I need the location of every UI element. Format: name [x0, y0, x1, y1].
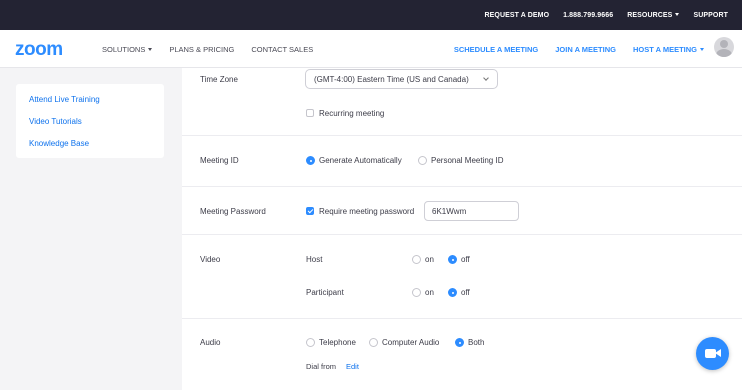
telephone-radio[interactable]: [306, 338, 315, 347]
utility-links: REQUEST A DEMO 1.888.799.9666 RESOURCES …: [484, 0, 728, 30]
avatar-body: [716, 49, 732, 57]
chevron-down-icon: [148, 48, 153, 52]
camera-lens-icon: [715, 349, 721, 357]
sidebar-item-knowledge-base[interactable]: Knowledge Base: [29, 139, 89, 148]
plans-pricing-link[interactable]: PLANS & PRICING: [169, 45, 234, 54]
solutions-label: SOLUTIONS: [102, 44, 146, 54]
support-link[interactable]: SUPPORT: [693, 12, 728, 19]
participant-video-off-label: off: [461, 288, 470, 297]
computer-audio-radio[interactable]: [369, 338, 378, 347]
meeting-password-label: Meeting Password: [200, 207, 266, 216]
meeting-id-label: Meeting ID: [200, 156, 239, 165]
sidebar-item-live-training[interactable]: Attend Live Training: [29, 95, 100, 104]
contact-sales-link[interactable]: CONTACT SALES: [251, 45, 313, 54]
schedule-meeting-link[interactable]: SCHEDULE A MEETING: [454, 45, 538, 54]
join-meeting-link[interactable]: JOIN A MEETING: [555, 45, 616, 54]
personal-meeting-id-radio[interactable]: [418, 156, 427, 165]
time-zone-label: Time Zone: [200, 75, 238, 84]
password-input[interactable]: 6K1Wwm: [424, 201, 519, 221]
section-divider: [182, 234, 742, 235]
dial-from-label: Dial from: [306, 362, 337, 371]
chevron-down-icon: [675, 13, 680, 17]
chevron-down-icon: [700, 48, 704, 52]
participant-video-on-radio[interactable]: [412, 288, 421, 297]
host-video-off-label: off: [461, 255, 470, 264]
zoom-logo[interactable]: zoom: [15, 39, 63, 61]
recurring-meeting-checkbox[interactable]: [306, 109, 314, 117]
host-video-on-label: on: [425, 255, 434, 264]
sidebar: Attend Live Training Video Tutorials Kno…: [16, 84, 164, 158]
participant-video-on-label: on: [425, 288, 434, 297]
time-zone-select[interactable]: (GMT-4:00) Eastern Time (US and Canada): [305, 69, 498, 89]
resources-label: RESOURCES: [627, 11, 673, 19]
host-meeting-label: HOST A MEETING: [632, 44, 697, 54]
start-video-button[interactable]: [696, 337, 729, 370]
both-audio-radio[interactable]: [455, 338, 464, 347]
telephone-label: Telephone: [319, 338, 356, 347]
generate-automatically-radio[interactable]: [306, 156, 315, 165]
solutions-menu[interactable]: SOLUTIONS: [102, 44, 153, 54]
video-participant-label: Participant: [306, 288, 344, 297]
recurring-meeting-label: Recurring meeting: [319, 109, 385, 118]
chevron-down-icon: [483, 75, 489, 81]
computer-audio-label: Computer Audio: [382, 338, 440, 347]
require-password-label: Require meeting password: [319, 207, 415, 216]
video-host-label: Host: [306, 255, 323, 264]
resources-menu[interactable]: RESOURCES: [627, 11, 680, 19]
utility-bar: REQUEST A DEMO 1.888.799.9666 RESOURCES …: [0, 0, 742, 30]
avatar[interactable]: [714, 37, 734, 57]
time-zone-value: (GMT-4:00) Eastern Time (US and Canada): [314, 75, 469, 84]
host-meeting-menu[interactable]: HOST A MEETING: [633, 45, 704, 54]
host-video-on-radio[interactable]: [412, 255, 421, 264]
section-divider: [182, 318, 742, 319]
password-value: 6K1Wwm: [432, 207, 467, 216]
video-label: Video: [200, 255, 221, 264]
dial-from-edit-link[interactable]: Edit: [346, 362, 359, 371]
require-password-checkbox[interactable]: [306, 207, 314, 215]
participant-video-off-radio[interactable]: [448, 288, 457, 297]
generate-automatically-label: Generate Automatically: [319, 156, 402, 165]
host-video-off-radio[interactable]: [448, 255, 457, 264]
both-audio-label: Both: [468, 338, 485, 347]
section-divider: [182, 135, 742, 136]
sidebar-item-video-tutorials[interactable]: Video Tutorials: [29, 117, 82, 126]
main-nav: zoom SOLUTIONS PLANS & PRICING CONTACT S…: [0, 30, 742, 68]
request-demo-link[interactable]: REQUEST A DEMO: [484, 12, 549, 19]
avatar-head: [720, 40, 728, 48]
audio-label: Audio: [200, 338, 221, 347]
personal-meeting-id-label: Personal Meeting ID: [431, 156, 504, 165]
section-divider: [182, 186, 742, 187]
phone-number[interactable]: 1.888.799.9666: [563, 12, 613, 19]
